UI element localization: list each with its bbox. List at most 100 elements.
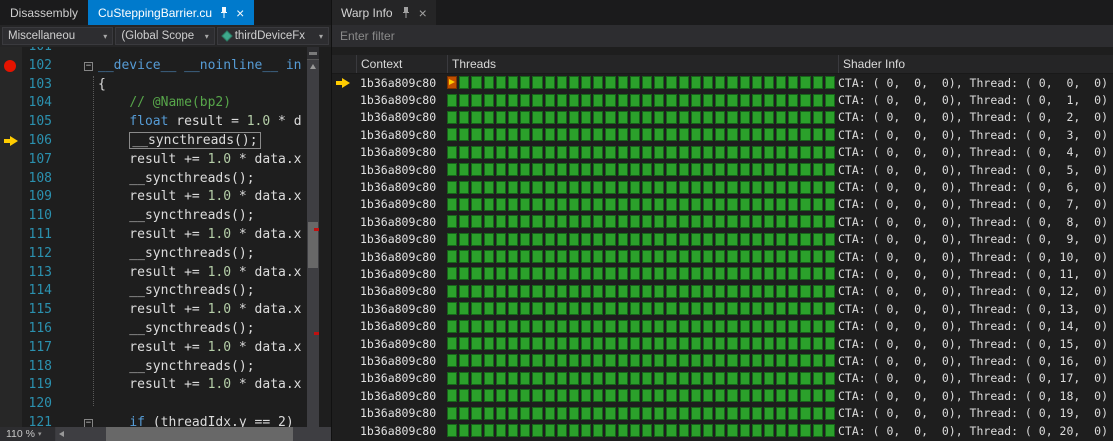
thread-cell[interactable] — [507, 354, 519, 368]
collapse-icon[interactable]: − — [84, 61, 93, 71]
thread-cell[interactable] — [824, 337, 835, 351]
thread-cell[interactable] — [727, 424, 738, 437]
code-line[interactable]: 121 − if (threadIdx.y == 2) — [0, 413, 331, 427]
thread-cell[interactable] — [495, 180, 506, 194]
thread-cell[interactable] — [702, 250, 714, 264]
breakpoint-margin[interactable] — [0, 244, 22, 264]
thread-cell[interactable] — [690, 406, 701, 420]
thread-cell[interactable] — [532, 232, 543, 246]
thread-cell[interactable] — [568, 232, 580, 246]
thread-cell[interactable] — [702, 215, 714, 229]
breakpoint-margin[interactable] — [0, 338, 22, 358]
thread-cell[interactable] — [776, 110, 787, 124]
warp-row[interactable]: 1b36a809c80 CTA: ( 0, 0, 0), Thread: ( 0,… — [332, 144, 1113, 161]
thread-cell[interactable] — [532, 110, 543, 124]
thread-cell[interactable] — [507, 302, 519, 316]
thread-cell[interactable] — [556, 319, 567, 333]
thread-cell[interactable] — [629, 232, 640, 246]
thread-cell[interactable] — [507, 145, 519, 159]
thread-cell[interactable] — [507, 267, 519, 281]
thread-cell[interactable] — [727, 110, 738, 124]
thread-cell[interactable] — [751, 145, 762, 159]
thread-cell[interactable] — [812, 284, 823, 298]
thread-cell[interactable] — [824, 284, 835, 298]
thread-cell[interactable] — [812, 389, 823, 403]
thread-cell[interactable] — [715, 424, 726, 437]
thread-cell[interactable] — [629, 406, 640, 420]
thread-cell[interactable] — [459, 93, 470, 107]
thread-cell[interactable] — [520, 110, 531, 124]
thread-cell[interactable] — [483, 93, 494, 107]
thread-cell[interactable] — [495, 232, 506, 246]
thread-cell[interactable] — [690, 284, 701, 298]
thread-cell[interactable] — [507, 180, 519, 194]
thread-cell[interactable] — [800, 284, 811, 298]
thread-cell[interactable] — [605, 250, 616, 264]
thread-cell[interactable] — [532, 215, 543, 229]
thread-cell[interactable] — [776, 180, 787, 194]
thread-cell[interactable] — [751, 319, 762, 333]
thread-cell[interactable] — [666, 284, 677, 298]
header-shader-info[interactable]: Shader Info — [838, 55, 1113, 73]
thread-cell[interactable] — [568, 337, 580, 351]
thread-cell[interactable] — [447, 197, 458, 211]
thread-cell[interactable] — [532, 180, 543, 194]
thread-cell[interactable] — [471, 406, 482, 420]
thread-cell[interactable] — [812, 163, 823, 177]
thread-cell[interactable] — [471, 267, 482, 281]
thread-cell[interactable] — [812, 180, 823, 194]
thread-cell[interactable] — [812, 406, 823, 420]
thread-cell[interactable] — [727, 319, 738, 333]
thread-cell[interactable] — [824, 197, 835, 211]
thread-cell[interactable] — [507, 319, 519, 333]
thread-cell[interactable] — [629, 128, 640, 142]
code-line[interactable]: 115 result += 1.0 * data.x — [0, 301, 331, 320]
thread-cell[interactable] — [702, 197, 714, 211]
thread-cell[interactable] — [776, 215, 787, 229]
thread-cell[interactable] — [642, 284, 653, 298]
thread-cell[interactable] — [812, 232, 823, 246]
thread-cell[interactable] — [702, 128, 714, 142]
thread-cell[interactable] — [556, 76, 567, 90]
thread-cell[interactable] — [751, 424, 762, 437]
thread-cell[interactable] — [520, 232, 531, 246]
thread-cell[interactable] — [556, 250, 567, 264]
thread-cell[interactable] — [812, 250, 823, 264]
thread-cell[interactable] — [788, 180, 799, 194]
breakpoint-margin[interactable] — [0, 357, 22, 377]
thread-cell[interactable] — [629, 163, 640, 177]
close-icon[interactable]: × — [236, 6, 244, 20]
thread-cell[interactable] — [544, 76, 555, 90]
thread-cell[interactable] — [568, 76, 580, 90]
thread-cell[interactable] — [763, 163, 775, 177]
thread-cell[interactable] — [556, 93, 567, 107]
thread-cell[interactable] — [447, 406, 458, 420]
thread-cell[interactable] — [507, 406, 519, 420]
thread-cell[interactable] — [715, 180, 726, 194]
thread-cell[interactable] — [678, 232, 689, 246]
thread-cell[interactable] — [544, 215, 555, 229]
thread-cell[interactable] — [593, 284, 604, 298]
thread-cell[interactable] — [812, 128, 823, 142]
thread-cell[interactable] — [581, 354, 592, 368]
thread-cell[interactable] — [727, 302, 738, 316]
thread-cell[interactable] — [824, 145, 835, 159]
thread-cell[interactable] — [495, 163, 506, 177]
warp-row[interactable]: 1b36a809c80 CTA: ( 0, 0, 0), Thread: ( 0,… — [332, 317, 1113, 334]
thread-cell[interactable] — [581, 128, 592, 142]
thread-cell[interactable] — [824, 250, 835, 264]
thread-cell[interactable] — [642, 215, 653, 229]
thread-cell[interactable] — [483, 250, 494, 264]
thread-cell[interactable] — [471, 319, 482, 333]
thread-cell[interactable] — [520, 163, 531, 177]
thread-cell[interactable] — [788, 319, 799, 333]
pin-icon[interactable] — [219, 7, 229, 18]
thread-cell[interactable] — [800, 232, 811, 246]
thread-cell[interactable] — [776, 302, 787, 316]
thread-cell[interactable] — [690, 197, 701, 211]
code-line[interactable]: 112 __syncthreads(); — [0, 244, 331, 264]
code-line[interactable]: 119 result += 1.0 * data.x — [0, 376, 331, 396]
thread-cell[interactable] — [568, 110, 580, 124]
thread-cell[interactable] — [776, 76, 787, 90]
thread-cell[interactable] — [568, 197, 580, 211]
